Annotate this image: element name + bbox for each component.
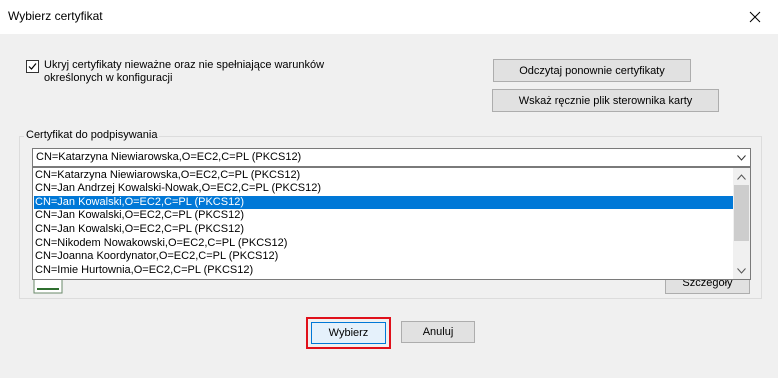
scroll-thumb[interactable] [734,185,749,241]
cancel-button[interactable]: Anuluj [401,321,475,343]
certificate-group-legend: Certyfikat do podpisywania [24,129,160,141]
dropdown-scrollbar[interactable] [733,168,750,279]
dropdown-item[interactable]: CN=Joanna Koordynator,O=EC2,C=PL (PKCS12… [34,250,733,263]
scroll-down-button[interactable] [733,262,750,279]
hide-invalid-option[interactable]: Ukryj certyfikaty nieważne oraz nie speł… [26,59,354,85]
hide-invalid-label: Ukryj certyfikaty nieważne oraz nie speł… [44,59,325,84]
chevron-up-icon [737,173,746,180]
chevron-down-icon [737,267,746,274]
close-button[interactable] [732,0,778,34]
combobox-dropdown-button[interactable] [732,149,750,166]
reload-certificates-button[interactable]: Odczytaj ponownie certyfikaty [493,59,691,82]
combobox-value: CN=Katarzyna Niewiarowska,O=EC2,C=PL (PK… [36,151,302,163]
checkmark-icon [28,63,37,70]
certificate-combobox[interactable]: CN=Katarzyna Niewiarowska,O=EC2,C=PL (PK… [32,148,751,167]
select-button[interactable]: Wybierz [311,322,386,344]
dropdown-item-selected[interactable]: CN=Jan Kowalski,O=EC2,C=PL (PKCS12) [34,196,733,209]
dropdown-item[interactable]: CN=Jan Kowalski,O=EC2,C=PL (PKCS12) [34,223,733,236]
select-driver-file-button[interactable]: Wskaż ręcznie plik sterownika karty [492,89,719,112]
chevron-down-icon [736,154,746,161]
dropdown-item[interactable]: CN=Jan Andrzej Kowalski-Nowak,O=EC2,C=PL… [34,182,733,195]
title-bar: Wybierz certyfikat [0,0,778,34]
close-icon [749,11,761,23]
hide-invalid-checkbox[interactable] [26,60,39,73]
dropdown-item[interactable]: CN=Nikodem Nowakowski,O=EC2,C=PL (PKCS12… [34,237,733,250]
certificate-dropdown-list[interactable]: CN=Katarzyna Niewiarowska,O=EC2,C=PL (PK… [32,167,751,280]
scroll-up-button[interactable] [733,168,750,185]
dropdown-item[interactable]: CN=Katarzyna Niewiarowska,O=EC2,C=PL (PK… [34,169,733,182]
window-title: Wybierz certyfikat [8,9,103,23]
dropdown-item[interactable]: CN=Jan Kowalski,O=EC2,C=PL (PKCS12) [34,209,733,222]
dropdown-item[interactable]: CN=Imie Hurtownia,O=EC2,C=PL (PKCS12) [34,264,733,277]
